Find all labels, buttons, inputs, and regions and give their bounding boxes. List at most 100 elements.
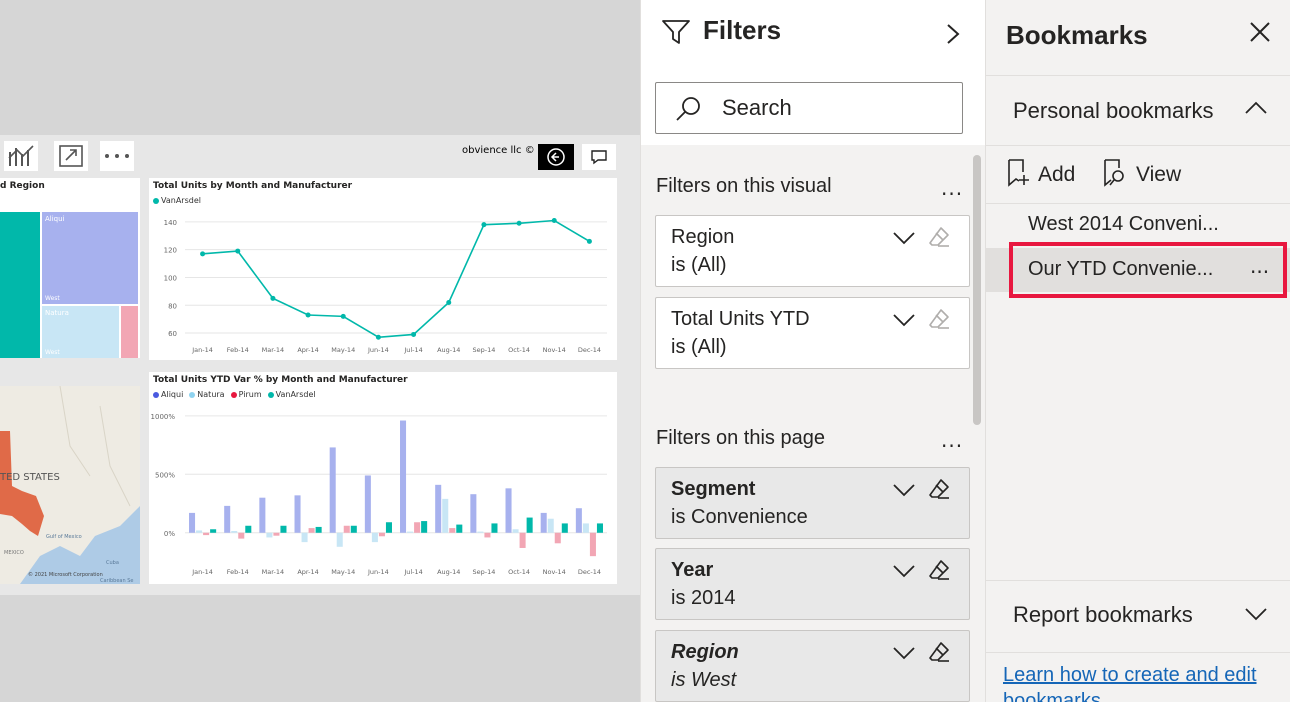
bar: [385, 522, 392, 533]
data-point: [270, 295, 276, 301]
filter-card-region[interactable]: Region is (All): [655, 215, 970, 287]
filters-header: Filters: [641, 0, 986, 145]
bar: [196, 530, 203, 533]
filters-scrollbar[interactable]: [973, 155, 981, 425]
data-point: [375, 334, 381, 340]
filter-card-value: is West: [671, 669, 737, 691]
filters-visual-section-label: Filters on this visual: [656, 175, 832, 197]
chevron-up-icon[interactable]: [1244, 100, 1268, 120]
bookmark-item-selected[interactable]: Our YTD Convenie... ...: [986, 248, 1290, 292]
x-tick-label: Mar-14: [262, 346, 284, 354]
filter-card-name: Region: [671, 226, 735, 248]
treemap-block-pirum[interactable]: [121, 306, 138, 358]
filter-card-name: Region: [671, 641, 739, 663]
bar: [343, 525, 350, 533]
visual-section-more-icon[interactable]: ...: [941, 176, 963, 200]
x-tick-label: Mar-14: [262, 568, 284, 576]
add-bookmark-icon: [1006, 158, 1030, 192]
bar: [329, 447, 336, 533]
map-tile[interactable]: TED STATES MEXICO Gulf of Mexico Cuba Ca…: [0, 385, 140, 584]
x-tick-label: Feb-14: [227, 568, 249, 576]
bar: [526, 517, 533, 533]
x-tick-label: Apr-14: [297, 346, 318, 354]
chevron-down-icon[interactable]: [892, 312, 916, 332]
bar: [224, 505, 231, 533]
focus-mode-icon[interactable]: [54, 141, 88, 171]
add-bookmark-button[interactable]: Add: [1006, 158, 1075, 192]
bar: [210, 529, 217, 533]
bar: [336, 532, 343, 547]
bar: [245, 525, 252, 533]
divider: [986, 580, 1290, 581]
bar: [519, 532, 526, 548]
back-arrow-icon[interactable]: [538, 144, 574, 170]
close-icon[interactable]: [1248, 20, 1272, 48]
more-options-icon[interactable]: [100, 141, 134, 171]
personal-bookmarks-label[interactable]: Personal bookmarks: [1013, 98, 1214, 124]
bar: [442, 498, 449, 533]
map-visual[interactable]: TED STATES MEXICO Gulf of Mexico Cuba Ca…: [0, 385, 140, 584]
eraser-icon[interactable]: [928, 559, 950, 585]
data-point: [411, 331, 417, 337]
divider: [986, 145, 1290, 146]
chevron-down-icon[interactable]: [892, 563, 916, 583]
map-gulf-label: Gulf of Mexico: [46, 534, 82, 540]
y-tick-label: 1000%: [151, 413, 176, 421]
chevron-down-icon[interactable]: [1244, 606, 1268, 626]
eraser-icon[interactable]: [928, 478, 950, 504]
chevron-down-icon[interactable]: [892, 645, 916, 665]
filter-card-value: is 2014: [671, 587, 736, 609]
eraser-icon[interactable]: [928, 226, 950, 252]
bar: [505, 488, 512, 533]
eraser-icon[interactable]: [928, 308, 950, 334]
filter-card-segment[interactable]: Segment is Convenience: [655, 467, 970, 539]
divider: [986, 652, 1290, 653]
bar: [435, 484, 442, 533]
x-tick-label: Sep-14: [472, 346, 495, 354]
filter-card-total-units-ytd[interactable]: Total Units YTD is (All): [655, 297, 970, 369]
bookmark-item-label: Our YTD Convenie...: [1028, 258, 1214, 280]
x-tick-label: Feb-14: [227, 346, 249, 354]
filter-card-region-page[interactable]: Region is West: [655, 630, 970, 702]
bookmark-item[interactable]: West 2014 Conveni...: [986, 203, 1290, 247]
view-bookmark-button[interactable]: View: [1102, 158, 1181, 192]
bar: [266, 532, 273, 538]
comment-icon[interactable]: [582, 144, 616, 170]
learn-bookmarks-link[interactable]: Learn how to create and edit bookmarks: [1003, 662, 1288, 702]
bar: [449, 528, 456, 533]
data-point: [305, 312, 311, 318]
treemap-block-natura[interactable]: Natura West: [42, 306, 119, 358]
more-options-icon[interactable]: ...: [1250, 254, 1269, 278]
view-bookmark-label: View: [1136, 163, 1182, 186]
analytics-icon[interactable]: [4, 141, 38, 171]
chevron-down-icon[interactable]: [892, 482, 916, 502]
treemap-tile[interactable]: d Region Aliqui West Natura West: [0, 178, 140, 358]
report-canvas: obvience llc © d Region Aliqui West Natu…: [0, 0, 640, 702]
x-tick-label: Jun-14: [367, 346, 389, 354]
eraser-icon[interactable]: [928, 641, 950, 667]
filter-card-name: Year: [671, 559, 714, 581]
chevron-right-icon[interactable]: [945, 22, 961, 50]
bar-chart[interactable]: 0% 500% 1000% Jan-14 Feb-14 Mar-14 Apr-14 May-1…: [149, 372, 617, 584]
bar: [414, 522, 421, 533]
x-tick-label: Aug-14: [437, 568, 460, 576]
treemap-block-aliqui[interactable]: Aliqui West: [42, 212, 138, 304]
bar: [554, 532, 561, 544]
chevron-down-icon[interactable]: [892, 230, 916, 250]
report-bookmarks-label[interactable]: Report bookmarks: [1013, 602, 1193, 628]
bar: [421, 521, 428, 533]
filter-card-year[interactable]: Year is 2014: [655, 548, 970, 620]
bar: [596, 523, 603, 533]
treemap-block-vanarsdel[interactable]: [0, 212, 40, 358]
data-point: [446, 299, 452, 305]
line-chart-tile[interactable]: Total Units by Month and Manufacturer Va…: [149, 178, 617, 360]
bar-chart-tile[interactable]: Total Units YTD Var % by Month and Manuf…: [149, 372, 617, 584]
filters-search-box[interactable]: [655, 82, 963, 134]
bar: [582, 523, 589, 533]
search-icon: [674, 95, 702, 127]
line-chart[interactable]: 60 80 100 120 140 Jan-14 Feb-14 Mar-14 Apr-14 May…: [149, 178, 617, 360]
x-tick-label: Nov-14: [543, 568, 566, 576]
filters-search-input[interactable]: [722, 95, 942, 121]
page-section-more-icon[interactable]: ...: [941, 428, 963, 452]
y-tick-label: 140: [164, 219, 177, 227]
